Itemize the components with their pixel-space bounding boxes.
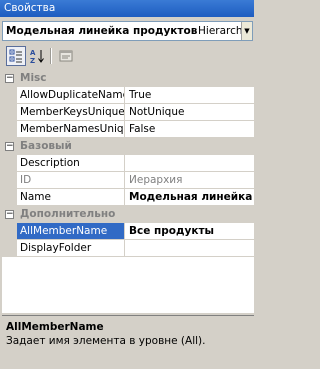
category-misc[interactable]: − Misc bbox=[2, 70, 254, 87]
object-selector[interactable]: Модельная линейка продуктов Hierarchy ▼ bbox=[2, 21, 253, 41]
window-title-bar: Свойства bbox=[0, 0, 254, 17]
toolbar-separator bbox=[50, 48, 52, 64]
property-row[interactable]: MemberNamesUnique False bbox=[2, 121, 254, 138]
property-row[interactable]: AllowDuplicateNames True bbox=[2, 87, 254, 104]
object-name: Модельная линейка продуктов bbox=[6, 25, 198, 37]
property-row-selected[interactable]: AllMemberName Все продукты bbox=[2, 223, 254, 240]
category-title: Misc bbox=[20, 72, 47, 84]
category-basic[interactable]: − Базовый bbox=[2, 138, 254, 155]
property-pages-icon bbox=[59, 50, 73, 62]
property-name[interactable]: MemberKeysUnique bbox=[17, 104, 125, 120]
property-toolbar: A Z bbox=[0, 44, 254, 68]
property-name[interactable]: Description bbox=[17, 155, 125, 171]
collapse-icon[interactable]: − bbox=[5, 74, 14, 83]
property-name[interactable]: DisplayFolder bbox=[17, 240, 125, 256]
alphabetical-view-button[interactable]: A Z bbox=[27, 46, 47, 66]
window-title: Свойства bbox=[4, 2, 56, 14]
property-row[interactable]: DisplayFolder bbox=[2, 240, 254, 257]
property-name[interactable]: AllowDuplicateNames bbox=[17, 87, 125, 103]
row-margin bbox=[2, 172, 17, 189]
row-margin bbox=[2, 121, 17, 138]
property-value[interactable] bbox=[126, 155, 254, 171]
property-value: Иерархия bbox=[129, 174, 183, 186]
category-title: Базовый bbox=[20, 140, 72, 152]
chevron-down-icon[interactable]: ▼ bbox=[241, 22, 252, 40]
property-row[interactable]: MemberKeysUnique NotUnique bbox=[2, 104, 254, 121]
row-margin bbox=[2, 189, 17, 206]
property-value[interactable]: NotUnique bbox=[126, 104, 254, 120]
svg-text:Z: Z bbox=[30, 57, 35, 64]
property-value[interactable]: True bbox=[126, 87, 254, 103]
collapse-icon[interactable]: − bbox=[5, 210, 14, 219]
property-value[interactable]: Все продукты bbox=[126, 223, 254, 239]
property-name[interactable]: Name bbox=[17, 189, 125, 205]
property-value[interactable] bbox=[126, 240, 254, 256]
property-name[interactable]: ID bbox=[17, 172, 125, 188]
row-margin bbox=[2, 155, 17, 172]
row-margin bbox=[2, 104, 17, 121]
categorized-icon bbox=[9, 49, 22, 63]
row-margin bbox=[2, 87, 17, 104]
property-grid: − Misc AllowDuplicateNames True MemberKe… bbox=[2, 70, 254, 313]
row-margin bbox=[2, 240, 17, 257]
property-row[interactable]: ID Иерархия bbox=[2, 172, 254, 189]
svg-text:A: A bbox=[30, 49, 36, 57]
property-row[interactable]: Description bbox=[2, 155, 254, 172]
property-value[interactable]: False bbox=[126, 121, 254, 137]
categorized-view-button[interactable] bbox=[6, 46, 26, 66]
property-value[interactable]: Модельная линейка продуктов bbox=[126, 189, 254, 205]
description-pane: AllMemberName Задает имя элемента в уров… bbox=[2, 315, 254, 367]
category-title: Дополнительно bbox=[20, 208, 116, 220]
row-margin bbox=[2, 223, 17, 240]
description-title: AllMemberName bbox=[6, 321, 104, 333]
category-advanced[interactable]: − Дополнительно bbox=[2, 206, 254, 223]
property-row[interactable]: Name Модельная линейка продуктов bbox=[2, 189, 254, 206]
sort-az-icon: A Z bbox=[30, 49, 44, 64]
property-name[interactable]: MemberNamesUnique bbox=[17, 121, 125, 137]
description-text: Задает имя элемента в уровне (All). bbox=[6, 335, 206, 347]
property-name[interactable]: AllMemberName bbox=[17, 223, 125, 239]
collapse-icon[interactable]: − bbox=[5, 142, 14, 151]
property-pages-button[interactable] bbox=[56, 46, 76, 66]
